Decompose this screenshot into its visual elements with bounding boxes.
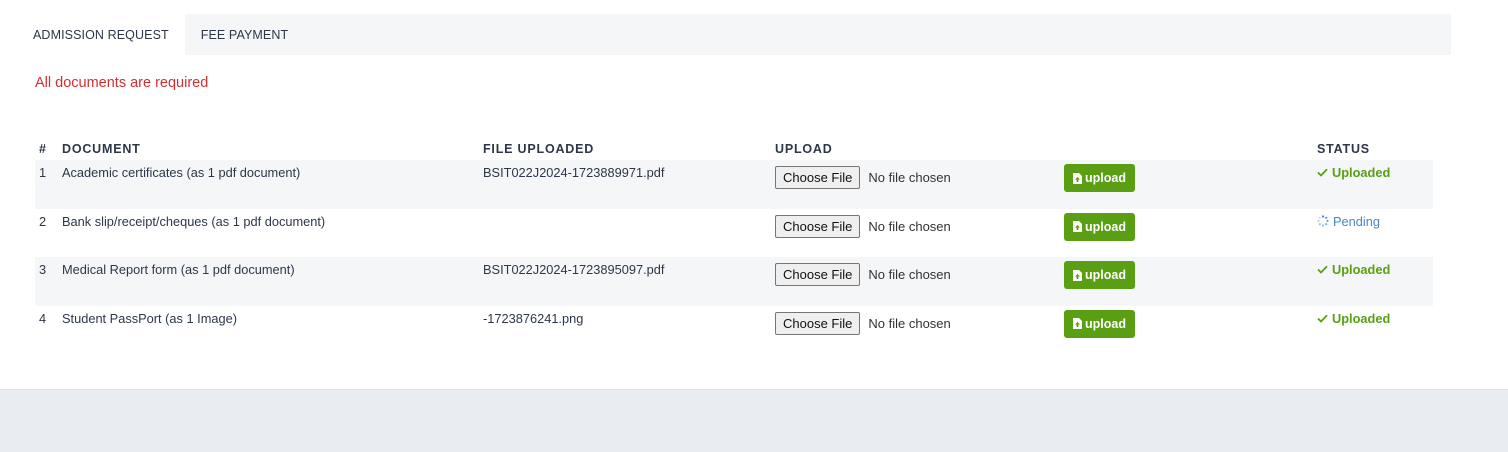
uploaded-file-name: -1723876241.png — [483, 310, 584, 326]
upload-button[interactable]: upload — [1064, 309, 1135, 338]
file-input: Choose File No file chosen — [775, 263, 951, 286]
document-name: Medical Report form (as 1 pdf document) — [62, 262, 295, 277]
upload-button[interactable]: upload — [1064, 212, 1135, 241]
upload-button[interactable]: upload — [1064, 261, 1135, 289]
check-icon — [1317, 314, 1328, 323]
file-chosen-label: No file chosen — [868, 170, 951, 185]
header-status: STATUS — [1317, 142, 1370, 156]
status-label: Uploaded — [1332, 165, 1391, 180]
spinner-icon — [1317, 215, 1329, 227]
document-name: Student PassPort (as 1 Image) — [62, 310, 237, 326]
table-row: 4 Student PassPort (as 1 Image) -1723876… — [35, 306, 1433, 355]
tab-fee-payment[interactable]: FEE PAYMENT — [185, 14, 304, 55]
document-name: Bank slip/receipt/cheques (as 1 pdf docu… — [62, 213, 326, 229]
choose-file-button[interactable]: Choose File — [775, 311, 861, 335]
table-row: 2 Bank slip/receipt/cheques (as 1 pdf do… — [35, 209, 1433, 258]
file-upload-icon — [1073, 172, 1083, 184]
table-row: 1 Academic certificates (as 1 pdf docume… — [35, 160, 1433, 209]
page-footer — [0, 389, 1508, 452]
upload-button-label: upload — [1085, 316, 1126, 331]
uploaded-file-name: BSIT022J2024-1723895097.pdf — [483, 262, 665, 277]
row-number: 2 — [39, 213, 47, 229]
documents-table: # DOCUMENT FILE UPLOADED UPLOAD STATUS 1… — [35, 140, 1433, 354]
choose-file-button[interactable]: Choose File — [775, 263, 861, 286]
upload-button-label: upload — [1085, 268, 1126, 282]
header-upload: UPLOAD — [775, 142, 833, 156]
row-number: 4 — [39, 310, 47, 326]
file-upload-icon — [1073, 221, 1083, 232]
check-icon — [1317, 168, 1328, 177]
choose-file-button[interactable]: Choose File — [775, 214, 861, 238]
upload-button-label: upload — [1085, 171, 1126, 185]
table-header: # DOCUMENT FILE UPLOADED UPLOAD STATUS — [35, 140, 1433, 160]
file-input: Choose File No file chosen — [775, 214, 951, 238]
table-row: 3 Medical Report form (as 1 pdf document… — [35, 257, 1433, 306]
status-label: Uploaded — [1332, 262, 1391, 277]
status-badge: Uploaded — [1317, 165, 1390, 180]
file-chosen-label: No file chosen — [868, 218, 951, 234]
tab-bar: ADMISSION REQUEST FEE PAYMENT — [17, 14, 1451, 55]
tab-admission-request[interactable]: ADMISSION REQUEST — [17, 14, 185, 55]
file-upload-icon — [1073, 269, 1083, 281]
status-badge: Uploaded — [1317, 262, 1390, 277]
header-num: # — [39, 142, 47, 156]
choose-file-button[interactable]: Choose File — [775, 166, 861, 189]
check-icon — [1317, 265, 1328, 274]
status-label: Pending — [1333, 213, 1380, 229]
file-chosen-label: No file chosen — [868, 315, 951, 331]
row-number: 3 — [39, 262, 47, 277]
uploaded-file-name: BSIT022J2024-1723889971.pdf — [483, 165, 665, 180]
upload-button-label: upload — [1085, 219, 1126, 234]
row-number: 1 — [39, 165, 47, 180]
file-input: Choose File No file chosen — [775, 166, 951, 189]
document-name: Academic certificates (as 1 pdf document… — [62, 165, 301, 180]
file-upload-icon — [1073, 318, 1083, 329]
header-document: DOCUMENT — [62, 142, 141, 156]
status-badge: Pending — [1317, 214, 1380, 229]
header-file-uploaded: FILE UPLOADED — [483, 142, 595, 156]
file-input: Choose File No file chosen — [775, 311, 951, 335]
file-chosen-label: No file chosen — [868, 267, 951, 282]
upload-button[interactable]: upload — [1064, 164, 1135, 192]
status-badge: Uploaded — [1317, 311, 1390, 326]
required-documents-alert: All documents are required — [35, 75, 209, 91]
status-label: Uploaded — [1332, 310, 1391, 326]
